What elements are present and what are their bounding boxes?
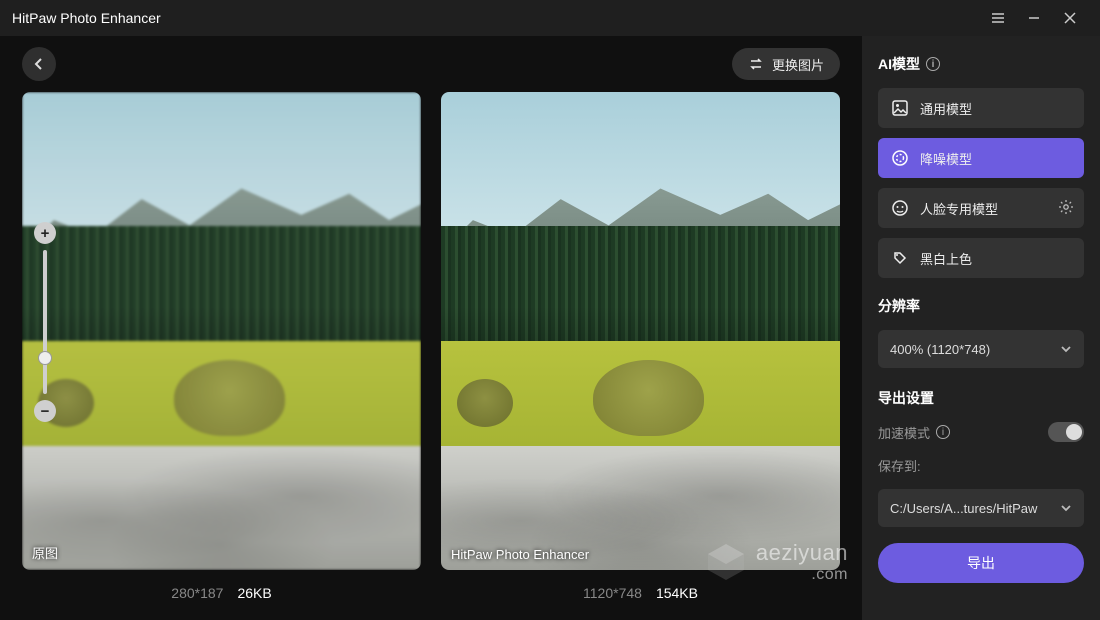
model-colorize[interactable]: 黑白上色 — [878, 238, 1084, 278]
info-icon[interactable]: i — [926, 57, 940, 71]
model-denoise[interactable]: 降噪模型 — [878, 138, 1084, 178]
save-path-dropdown[interactable]: C:/Users/A...tures/HitPaw — [878, 489, 1084, 527]
original-dimensions: 280*187 — [171, 585, 223, 601]
swap-image-label: 更换图片 — [772, 55, 824, 74]
enhanced-image[interactable]: HitPaw Photo Enhancer — [441, 92, 840, 570]
zoom-slider[interactable]: + − — [32, 222, 58, 422]
close-button[interactable] — [1052, 0, 1088, 36]
info-icon[interactable]: i — [936, 425, 950, 439]
zoom-thumb[interactable] — [38, 351, 52, 365]
close-icon — [1064, 12, 1076, 24]
original-image-column: + − 原图 280*187 26KB — [22, 92, 421, 616]
menu-button[interactable] — [980, 0, 1016, 36]
accel-label: 加速模式 — [878, 423, 930, 442]
enhanced-image-column: HitPaw Photo Enhancer 1120*748 154KB — [441, 92, 840, 616]
chevron-down-icon — [1060, 502, 1072, 514]
save-path-value: C:/Users/A...tures/HitPaw — [890, 501, 1037, 516]
minimize-button[interactable] — [1016, 0, 1052, 36]
export-section-title: 导出设置 — [878, 388, 1084, 408]
export-button-label: 导出 — [967, 553, 995, 573]
app-title: HitPaw Photo Enhancer — [12, 10, 161, 26]
enhanced-label: HitPaw Photo Enhancer — [451, 547, 589, 562]
model-general[interactable]: 通用模型 — [878, 88, 1084, 128]
back-button[interactable] — [22, 47, 56, 81]
original-image[interactable]: + − 原图 — [22, 92, 421, 570]
enhanced-filesize: 154KB — [656, 585, 698, 601]
ai-model-section-label: AI模型 — [878, 54, 920, 74]
resolution-value: 400% (1120*748) — [890, 342, 990, 357]
model-label: 降噪模型 — [920, 149, 972, 168]
face-icon — [890, 198, 910, 218]
model-label: 人脸专用模型 — [920, 199, 998, 218]
resolution-section-title: 分辨率 — [878, 296, 1084, 316]
accel-toggle[interactable] — [1048, 422, 1084, 442]
denoise-icon — [890, 148, 910, 168]
enhanced-dimensions: 1120*748 — [583, 585, 642, 601]
save-to-label: 保存到: — [878, 456, 1084, 475]
main-area: 更换图片 + − — [0, 36, 862, 620]
sidebar: AI模型 i 通用模型 降噪模型 人脸专用模型 — [862, 36, 1100, 620]
chevron-left-icon — [32, 57, 46, 71]
zoom-out-button[interactable]: − — [34, 400, 56, 422]
zoom-track[interactable] — [43, 250, 47, 394]
swap-image-button[interactable]: 更换图片 — [732, 48, 840, 80]
colorize-icon — [890, 248, 910, 268]
export-button[interactable]: 导出 — [878, 543, 1084, 583]
original-label: 原图 — [32, 543, 58, 562]
gear-icon[interactable] — [1058, 199, 1074, 218]
original-filesize: 26KB — [237, 585, 271, 601]
resolution-dropdown[interactable]: 400% (1120*748) — [878, 330, 1084, 368]
menu-icon — [991, 11, 1005, 25]
ai-model-section-title: AI模型 i — [878, 54, 1084, 74]
swap-icon — [748, 56, 764, 72]
model-label: 通用模型 — [920, 99, 972, 118]
titlebar: HitPaw Photo Enhancer — [0, 0, 1100, 36]
model-label: 黑白上色 — [920, 249, 972, 268]
zoom-in-button[interactable]: + — [34, 222, 56, 244]
minimize-icon — [1028, 12, 1040, 24]
model-face[interactable]: 人脸专用模型 — [878, 188, 1084, 228]
image-icon — [890, 98, 910, 118]
chevron-down-icon — [1060, 343, 1072, 355]
